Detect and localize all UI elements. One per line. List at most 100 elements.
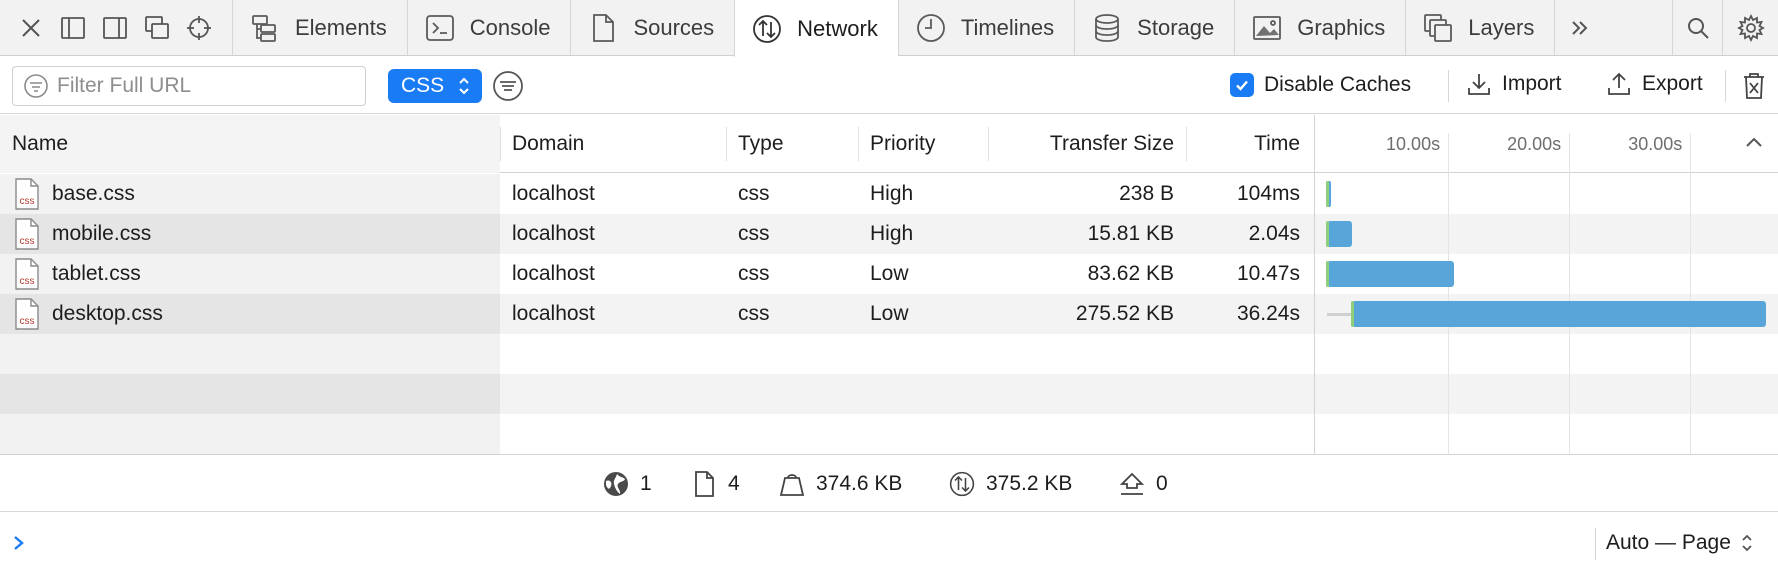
svg-text:css: css bbox=[20, 236, 35, 247]
close-icon[interactable] bbox=[10, 0, 52, 55]
resources-count: 4 bbox=[690, 455, 740, 513]
cell-transfer-size: 15.81 KB bbox=[1087, 222, 1174, 245]
domains-count: 1 bbox=[602, 455, 652, 513]
disable-caches-checkbox[interactable] bbox=[1230, 73, 1254, 97]
timeline-request-bar[interactable] bbox=[1327, 261, 1454, 287]
cell-name: css base.css bbox=[0, 174, 500, 214]
tab-label: Network bbox=[797, 15, 878, 41]
tab-label: Elements bbox=[295, 14, 387, 40]
cell-domain: localhost bbox=[512, 302, 595, 325]
tab-label: Storage bbox=[1137, 14, 1215, 40]
cell-domain: localhost bbox=[512, 182, 595, 205]
cell-priority: High bbox=[870, 222, 914, 245]
tab-storage[interactable]: Storage bbox=[1074, 0, 1234, 55]
css-file-icon: css bbox=[15, 258, 39, 290]
tab-elements[interactable]: Elements bbox=[232, 0, 407, 55]
tab-console[interactable]: Console bbox=[406, 0, 571, 55]
export-button[interactable]: Export bbox=[1606, 71, 1703, 97]
cell-type: css bbox=[738, 262, 770, 285]
search-icon bbox=[1687, 17, 1709, 39]
tab-label: Timelines bbox=[960, 14, 1055, 40]
column-header-transfer-size[interactable]: Transfer Size bbox=[990, 115, 1174, 173]
layers-icon bbox=[1424, 13, 1453, 42]
weight-icon bbox=[779, 474, 805, 496]
table-row[interactable]: css mobile.css localhost css High 15.81 KB 2.0… bbox=[0, 214, 1314, 254]
timeline-tick-label: 20.00s bbox=[1507, 133, 1562, 154]
execution-context-label: Auto — Page bbox=[1606, 531, 1731, 554]
import-button[interactable]: Import bbox=[1466, 71, 1562, 97]
svg-text:css: css bbox=[20, 196, 35, 207]
cell-type: css bbox=[738, 182, 770, 205]
search-button[interactable] bbox=[1672, 0, 1722, 55]
timeline-gridline bbox=[1448, 133, 1450, 454]
cell-domain: localhost bbox=[512, 222, 595, 245]
graphics-icon bbox=[1253, 15, 1282, 40]
column-header-type[interactable]: Type bbox=[738, 115, 858, 173]
cell-priority: Low bbox=[870, 262, 909, 285]
web-inspector: Elements Console Sources Network Timelin… bbox=[0, 0, 1778, 572]
settings-button[interactable] bbox=[1722, 0, 1778, 55]
detach-window-icon[interactable] bbox=[136, 0, 178, 55]
transferred-size: 375.2 KB bbox=[948, 455, 1072, 513]
execution-context-select[interactable]: Auto — Page bbox=[1606, 526, 1753, 560]
timeline-tick-label: 30.00s bbox=[1628, 133, 1683, 154]
timelines-icon bbox=[916, 13, 945, 42]
filter-url-field[interactable] bbox=[12, 66, 366, 106]
cell-time: 36.24s bbox=[1236, 302, 1300, 325]
cell-domain: localhost bbox=[512, 262, 595, 285]
timeline-start-marker bbox=[1326, 181, 1329, 207]
timeline-tick-label: 10.00s bbox=[1386, 133, 1441, 154]
document-icon bbox=[695, 471, 714, 497]
network-summary-bar: 1 4 374.6 KB 375.2 KB 0 bbox=[0, 454, 1778, 512]
dock-left-icon[interactable] bbox=[52, 0, 94, 55]
column-header-domain[interactable]: Domain bbox=[512, 115, 726, 173]
chevron-up-icon[interactable] bbox=[1744, 135, 1764, 149]
timeline-request-bar[interactable] bbox=[1352, 301, 1766, 327]
inspect-element-icon[interactable] bbox=[178, 0, 220, 55]
filter-url-input[interactable] bbox=[57, 74, 357, 98]
tab-graphics[interactable]: Graphics bbox=[1234, 0, 1405, 55]
css-file-icon: css bbox=[15, 178, 39, 210]
table-row[interactable]: css desktop.css localhost css Low 275.52 KB 36… bbox=[0, 294, 1314, 334]
tab-network[interactable]: Network bbox=[734, 0, 898, 57]
resource-type-select[interactable]: CSS bbox=[388, 69, 482, 103]
svg-text:css: css bbox=[20, 276, 35, 287]
sources-icon bbox=[593, 13, 615, 42]
export-label: Export bbox=[1642, 72, 1703, 95]
cell-time: 2.04s bbox=[1248, 222, 1300, 245]
timeline-request-bar[interactable] bbox=[1327, 221, 1352, 247]
tab-sources[interactable]: Sources bbox=[570, 0, 734, 55]
cell-type: css bbox=[738, 222, 770, 245]
tab-bar: Elements Console Sources Network Timelin… bbox=[0, 0, 1778, 57]
column-header-priority[interactable]: Priority bbox=[870, 115, 988, 173]
timeline-gridline bbox=[1569, 133, 1571, 454]
console-prompt-input[interactable] bbox=[36, 526, 1576, 560]
cell-name: css mobile.css bbox=[0, 214, 500, 254]
resources-size: 374.6 KB bbox=[778, 455, 902, 513]
filter-options-icon[interactable] bbox=[492, 70, 524, 102]
clear-log-icon[interactable] bbox=[1740, 71, 1768, 101]
more-tabs-button[interactable] bbox=[1554, 0, 1604, 55]
export-icon bbox=[1608, 72, 1630, 95]
chevron-double-right-icon bbox=[1572, 20, 1588, 35]
globe-icon bbox=[604, 472, 628, 496]
disable-caches-toggle[interactable]: Disable Caches bbox=[1230, 73, 1411, 97]
column-header-name[interactable]: Name bbox=[0, 115, 500, 173]
tab-layers[interactable]: Layers bbox=[1405, 0, 1554, 55]
gear-icon bbox=[1736, 13, 1765, 42]
console-icon bbox=[425, 14, 454, 41]
timeline-start-marker bbox=[1326, 221, 1329, 247]
tab-timelines[interactable]: Timelines bbox=[897, 0, 1074, 55]
column-header-time[interactable]: Time bbox=[1190, 115, 1300, 173]
table-row[interactable]: css tablet.css localhost css Low 83.62 KB 10.4… bbox=[0, 254, 1314, 294]
elements-icon bbox=[252, 14, 276, 42]
waterfall-timeline: 10.00s 20.00s 30.00s bbox=[1314, 115, 1778, 454]
cell-name: css tablet.css bbox=[0, 254, 500, 294]
dock-right-icon[interactable] bbox=[94, 0, 136, 55]
filter-icon bbox=[24, 74, 48, 98]
import-label: Import bbox=[1502, 72, 1562, 95]
network-icon bbox=[949, 471, 975, 497]
timeline-start-marker bbox=[1351, 301, 1355, 327]
cell-time: 10.47s bbox=[1236, 262, 1300, 285]
table-row[interactable]: css base.css localhost css High 238 B 104ms bbox=[0, 174, 1314, 214]
